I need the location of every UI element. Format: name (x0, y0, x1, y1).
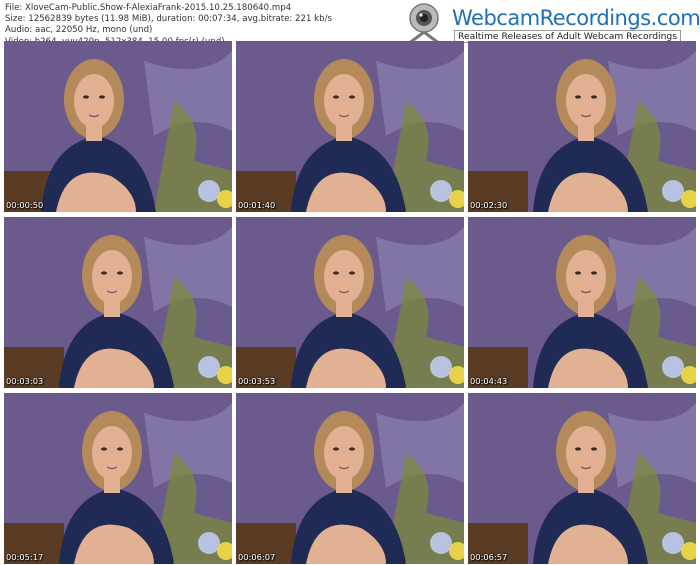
frame-image (236, 393, 464, 564)
frame-image (468, 41, 696, 212)
thumbnail-timestamp: 00:01:40 (238, 200, 276, 210)
video-thumbnail[interactable]: 00:03:03 (4, 217, 232, 388)
thumbnail-timestamp: 00:03:03 (6, 376, 44, 386)
thumbnail-timestamp: 00:03:53 (238, 376, 276, 386)
frame-image (4, 393, 232, 564)
frame-image (236, 41, 464, 212)
video-thumbnail[interactable]: 00:06:07 (236, 393, 464, 564)
video-thumbnail[interactable]: 00:03:53 (236, 217, 464, 388)
video-thumbnail[interactable]: 00:00:50 (4, 41, 232, 212)
video-thumbnail[interactable]: 00:02:30 (468, 41, 696, 212)
thumbnail-timestamp: 00:06:07 (238, 552, 276, 562)
video-thumbnail[interactable]: 00:01:40 (236, 41, 464, 212)
thumbnail-timestamp: 00:02:30 (470, 200, 508, 210)
frame-image (236, 217, 464, 388)
frame-image (4, 41, 232, 212)
file-name: File: XloveCam-Public.Show-f-AlexiaFrank… (5, 3, 292, 13)
thumbnail-grid: 00:00:50 00:01:40 00:02:30 00:03:03 00:03:53… (4, 41, 696, 564)
video-thumbnail[interactable]: 00:04:43 (468, 217, 696, 388)
brand-name: WebcamRecordings.com (452, 6, 700, 30)
audio-info: Audio: aac, 22050 Hz, mono (und) (5, 25, 153, 36)
thumbnail-timestamp: 00:05:17 (6, 552, 44, 562)
thumbnail-timestamp: 00:04:43 (470, 376, 508, 386)
frame-image (468, 217, 696, 388)
frame-image (468, 393, 696, 564)
file-size: Size: 12562839 bytes (11.98 MiB), durati… (5, 14, 332, 25)
frame-image (4, 217, 232, 388)
video-thumbnail[interactable]: 00:05:17 (4, 393, 232, 564)
thumbnail-timestamp: 00:06:57 (470, 552, 508, 562)
video-thumbnail[interactable]: 00:06:57 (468, 393, 696, 564)
thumbnail-timestamp: 00:00:50 (6, 200, 44, 210)
